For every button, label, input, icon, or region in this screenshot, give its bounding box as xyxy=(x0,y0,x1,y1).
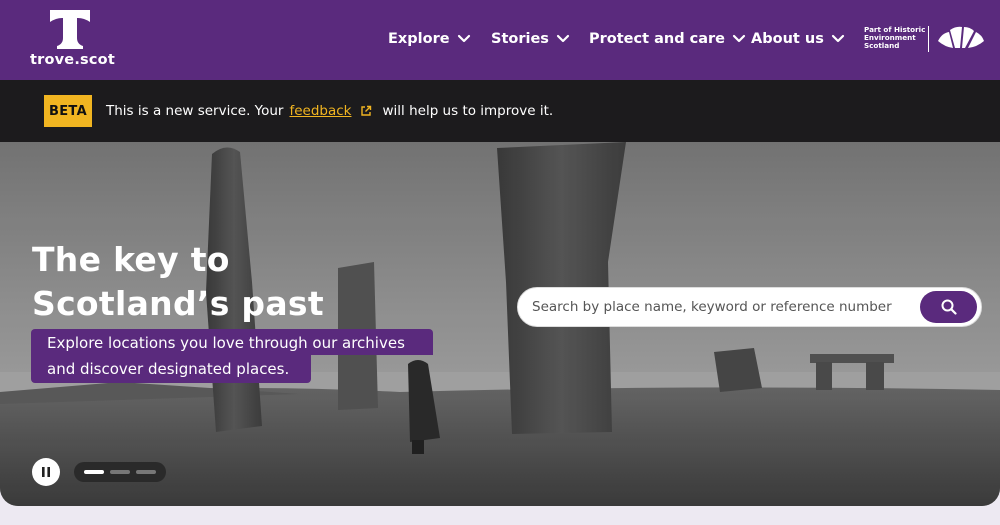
beta-message-end: will help us to improve it. xyxy=(382,103,554,119)
nav-explore-label: Explore xyxy=(388,31,450,47)
pause-icon xyxy=(42,467,50,477)
search-input[interactable] xyxy=(532,288,912,326)
beta-message-start: This is a new service. Your xyxy=(106,103,284,119)
trove-logo-link[interactable]: trove.scot xyxy=(30,8,115,72)
nav-stories-label: Stories xyxy=(491,31,549,47)
feedback-link[interactable]: feedback xyxy=(289,103,351,119)
hes-line-3: Scotland xyxy=(864,41,900,50)
hes-partner-text: Part of Historic Environment Scotland xyxy=(864,26,928,50)
carousel-dot-1[interactable] xyxy=(84,470,104,474)
hes-fan-logo-icon xyxy=(938,26,984,48)
search-button[interactable] xyxy=(920,291,977,323)
beta-message: This is a new service. Your feedback wil… xyxy=(106,101,553,121)
hero-section: The key to Scotland’s past Explore locat… xyxy=(0,142,1000,506)
carousel-indicators xyxy=(74,462,166,482)
nav-stories[interactable]: Stories xyxy=(491,27,570,51)
search-icon xyxy=(941,299,957,315)
hero-subtitle: Explore locations you love through our a… xyxy=(31,329,433,383)
brand-name: trove.scot xyxy=(30,52,115,68)
carousel-dot-2[interactable] xyxy=(110,470,130,474)
nav-protect-and-care[interactable]: Protect and care xyxy=(589,27,746,51)
site-header: trove.scot Explore Stories Protect and c… xyxy=(0,0,1000,80)
chevron-down-icon xyxy=(556,34,570,43)
nav-about-us[interactable]: About us xyxy=(751,27,845,51)
search-bar xyxy=(517,287,982,327)
hero-subtitle-line-2: and discover designated places. xyxy=(31,355,311,383)
hero-title-line-1: The key to xyxy=(32,240,230,279)
hero-subtitle-line-1: Explore locations you love through our a… xyxy=(31,329,433,355)
nav-explore[interactable]: Explore xyxy=(388,27,471,51)
nav-about-label: About us xyxy=(751,31,824,47)
hes-divider xyxy=(928,26,929,52)
hes-partner-link[interactable]: Part of Historic Environment Scotland xyxy=(864,24,990,56)
chevron-down-icon xyxy=(457,34,470,43)
carousel-pause-button[interactable] xyxy=(32,458,60,486)
hero-title-line-2: Scotland’s past xyxy=(32,284,324,323)
chevron-down-icon xyxy=(732,34,746,43)
beta-badge: BETA xyxy=(44,95,92,127)
carousel-dot-3[interactable] xyxy=(136,470,156,474)
external-link-icon xyxy=(360,105,371,116)
trove-t-logo-icon xyxy=(50,10,90,49)
nav-protect-label: Protect and care xyxy=(589,31,725,47)
hero-title: The key to Scotland’s past xyxy=(32,238,362,326)
chevron-down-icon xyxy=(831,34,844,43)
